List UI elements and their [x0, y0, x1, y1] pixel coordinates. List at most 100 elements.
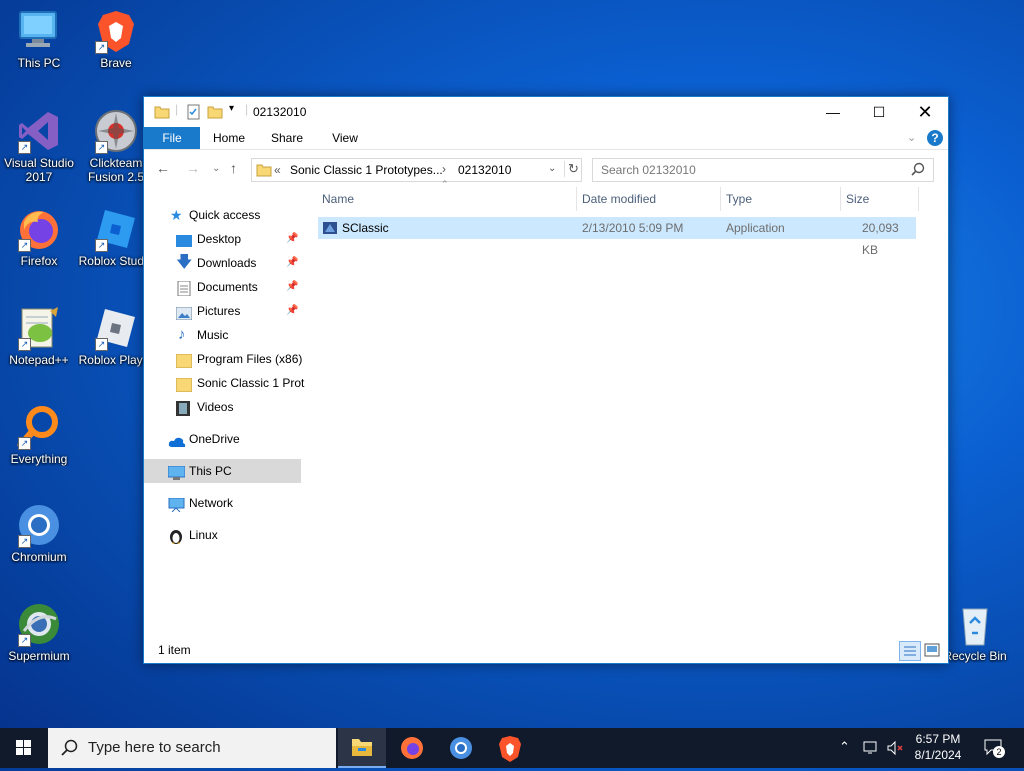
- taskbar-search-input[interactable]: Type here to search: [88, 739, 221, 756]
- recent-locations-icon[interactable]: ⌄: [212, 163, 220, 174]
- roblox-studio-icon: ↗: [93, 206, 139, 252]
- desktop-icon-brave[interactable]: ↗ Brave: [78, 8, 154, 70]
- table-row[interactable]: SClassic 2/13/2010 5:09 PM Application 2…: [318, 217, 916, 257]
- desktop-icon-this-pc[interactable]: This PC: [1, 8, 77, 70]
- nav-quick-access[interactable]: ★ Quick access: [144, 203, 301, 227]
- pin-icon: 📌: [286, 233, 299, 244]
- maximize-button[interactable]: ☐: [856, 97, 902, 127]
- search-input[interactable]: Search 02132010: [601, 163, 696, 177]
- properties-icon[interactable]: [186, 104, 202, 120]
- help-icon[interactable]: ?: [927, 130, 943, 146]
- tab-file[interactable]: File: [144, 127, 200, 149]
- nav-documents[interactable]: Documents 📌: [144, 275, 301, 299]
- nav-network[interactable]: Network: [144, 491, 301, 515]
- nav-downloads[interactable]: 🡇 Downloads 📌: [144, 251, 301, 275]
- back-arrow-icon[interactable]: ←: [156, 160, 170, 176]
- tab-share[interactable]: Share: [264, 127, 310, 149]
- brave-icon: ↗: [93, 8, 139, 54]
- notification-center-icon[interactable]: 2: [983, 738, 1005, 759]
- desktop-icon-everything[interactable]: ↗ Everything: [1, 404, 77, 466]
- nav-program-files-x86[interactable]: Program Files (x86): [144, 347, 302, 371]
- shortcut-arrow-icon: ↗: [95, 141, 108, 154]
- desktop-icon-label: Brave: [100, 56, 132, 70]
- desktop-icon-supermium[interactable]: ↗ Supermium: [1, 601, 77, 663]
- sort-ascending-icon: ⌃: [441, 179, 449, 189]
- refresh-icon[interactable]: ↻: [564, 161, 579, 177]
- minimize-button[interactable]: —: [810, 97, 856, 127]
- shortcut-arrow-icon: ↗: [18, 634, 31, 647]
- pictures-icon: [175, 304, 193, 321]
- file-size: 20,093 KB: [862, 221, 899, 257]
- column-header-date-modified[interactable]: Date modified: [582, 187, 656, 211]
- shortcut-arrow-icon: ↗: [95, 41, 108, 54]
- address-dropdown-icon[interactable]: ⌄: [548, 163, 556, 174]
- desktop-icon-notepad-plus-plus[interactable]: ↗ Notepad++: [1, 305, 77, 367]
- tab-home[interactable]: Home: [206, 127, 252, 149]
- nav-pictures[interactable]: Pictures 📌: [144, 299, 301, 323]
- folder-icon: [256, 162, 272, 181]
- breadcrumb-parent[interactable]: Sonic Classic 1 Prototypes...: [290, 163, 443, 177]
- new-folder-icon[interactable]: [207, 104, 223, 120]
- nav-videos[interactable]: Videos: [144, 395, 301, 419]
- window-title: 02132010: [253, 105, 307, 119]
- nav-desktop[interactable]: Desktop 📌: [144, 227, 301, 251]
- shortcut-arrow-icon: ↗: [18, 535, 31, 548]
- nav-music[interactable]: ♪ Music: [144, 323, 301, 347]
- taskbar: Type here to search ⌃ 6:57 PM 8/1/2024 2: [0, 728, 1024, 768]
- network-status-icon[interactable]: [862, 740, 880, 759]
- large-icons-view-icon[interactable]: [924, 643, 940, 660]
- onedrive-cloud-icon: [168, 432, 186, 447]
- start-button[interactable]: [0, 728, 48, 768]
- volume-muted-icon[interactable]: [886, 740, 904, 759]
- desktop-icon-chromium[interactable]: ↗ Chromium: [1, 502, 77, 564]
- close-button[interactable]: ✕: [902, 97, 948, 127]
- taskbar-brave[interactable]: [486, 728, 534, 768]
- nav-this-pc[interactable]: This PC: [144, 459, 301, 483]
- taskbar-chromium[interactable]: [437, 728, 485, 768]
- breadcrumb-overflow[interactable]: «: [274, 163, 281, 177]
- breadcrumb-current[interactable]: 02132010: [458, 163, 511, 177]
- pin-icon: 📌: [286, 281, 299, 292]
- customize-quick-access-icon[interactable]: ▾: [229, 103, 234, 119]
- details-view-icon[interactable]: [899, 641, 921, 661]
- up-arrow-icon[interactable]: ↑: [230, 160, 237, 176]
- shortcut-arrow-icon: ↗: [18, 141, 31, 154]
- taskbar-file-explorer[interactable]: [338, 728, 386, 768]
- title-bar[interactable]: | ▾ | 02132010 — ☐ ✕: [144, 97, 948, 127]
- desktop-icon-label: Notepad++: [9, 353, 69, 367]
- address-bar[interactable]: « Sonic Classic 1 Prototypes... › 021320…: [251, 158, 582, 182]
- brave-icon: [499, 736, 521, 762]
- desktop-folder-icon: [176, 232, 192, 247]
- network-icon: [168, 496, 185, 513]
- nav-linux[interactable]: Linux: [144, 523, 301, 547]
- application-icon: [322, 220, 338, 236]
- taskbar-firefox[interactable]: [388, 728, 436, 768]
- roblox-player-icon: ↗: [93, 305, 139, 351]
- taskbar-search-box[interactable]: Type here to search: [48, 728, 336, 768]
- shortcut-arrow-icon: ↗: [95, 338, 108, 351]
- search-icon[interactable]: [911, 162, 925, 179]
- tab-view[interactable]: View: [322, 127, 368, 149]
- pin-icon: 📌: [286, 305, 299, 316]
- show-hidden-icons-chevron-icon[interactable]: ⌃: [839, 739, 850, 755]
- shortcut-arrow-icon: ↗: [18, 239, 31, 252]
- column-header-type[interactable]: Type: [726, 187, 752, 211]
- shortcut-arrow-icon: ↗: [95, 239, 108, 252]
- star-icon: ★: [170, 207, 183, 223]
- desktop-icon-visual-studio[interactable]: ↗ Visual Studio 2017: [1, 108, 77, 184]
- nav-sonic-classic-1-prototypes[interactable]: Sonic Classic 1 Prot: [144, 371, 304, 395]
- column-header-size[interactable]: Size: [846, 187, 869, 211]
- linux-penguin-icon: [169, 528, 185, 544]
- firefox-icon: ↗: [16, 206, 62, 252]
- desktop-icon-firefox[interactable]: ↗ Firefox: [1, 206, 77, 268]
- nav-onedrive[interactable]: OneDrive: [144, 427, 301, 451]
- file-explorer-window[interactable]: | ▾ | 02132010 — ☐ ✕ File Home Share Vie…: [143, 96, 949, 664]
- taskbar-clock[interactable]: 6:57 PM 8/1/2024: [908, 732, 968, 762]
- expand-ribbon-icon[interactable]: ⌄: [907, 131, 916, 144]
- file-name: SClassic: [342, 221, 389, 235]
- column-header-name[interactable]: Name: [322, 187, 354, 211]
- search-box[interactable]: Search 02132010: [592, 158, 934, 182]
- forward-arrow-icon[interactable]: →: [186, 160, 200, 176]
- breadcrumb-separator-icon[interactable]: ›: [442, 162, 446, 176]
- chromium-icon: ↗: [16, 502, 62, 548]
